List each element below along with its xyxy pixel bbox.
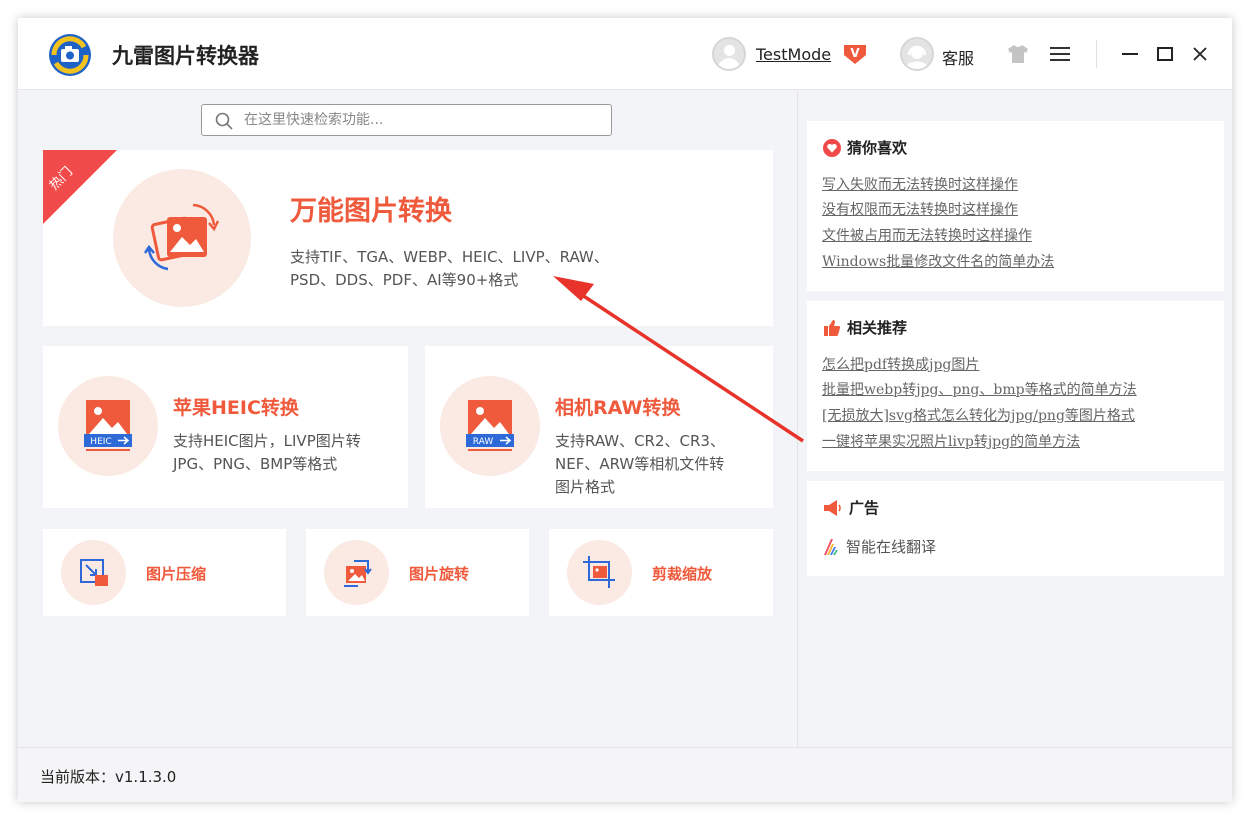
tshirt-icon bbox=[1008, 45, 1028, 63]
recommend-link-2[interactable]: 没有权限而无法转换时这样操作 bbox=[822, 199, 1018, 219]
universal-convert-desc-line2: PSD、DDS、PDF、AI等90+格式 bbox=[290, 271, 519, 289]
recommend-panel: 猜你喜欢 写入失败而无法转换时这样操作 没有权限而无法转换时这样操作 文件被占用… bbox=[807, 121, 1224, 291]
raw-icon-label: RAW bbox=[473, 437, 494, 447]
minimize-button[interactable] bbox=[1114, 38, 1146, 70]
user-name-link[interactable]: TestMode bbox=[756, 45, 831, 64]
ads-item-label: 智能在线翻译 bbox=[846, 538, 937, 556]
search-input[interactable] bbox=[244, 107, 599, 133]
tool-crop-card[interactable]: 剪裁缩放 bbox=[549, 529, 773, 616]
image-rotate-icon bbox=[344, 560, 372, 587]
skin-button[interactable] bbox=[1002, 38, 1034, 70]
search-box[interactable] bbox=[201, 104, 612, 136]
main-pane: 热门 万能图片转换 支持TIF、TGA、WEBP、HEIC、LIVP、RAW、 … bbox=[18, 91, 797, 747]
heic-convert-title: 苹果HEIC转换 bbox=[173, 397, 299, 419]
ads-title: 广告 bbox=[849, 499, 880, 517]
universal-convert-title: 万能图片转换 bbox=[290, 196, 452, 227]
user-avatar[interactable] bbox=[712, 37, 746, 71]
universal-convert-desc-line1: 支持TIF、TGA、WEBP、HEIC、LIVP、RAW、 bbox=[290, 248, 609, 266]
maximize-button[interactable] bbox=[1149, 38, 1181, 70]
vip-badge-text: V bbox=[850, 46, 860, 60]
title-separator bbox=[1096, 40, 1097, 68]
close-button[interactable] bbox=[1184, 38, 1216, 70]
sidebar: 猜你喜欢 写入失败而无法转换时这样操作 没有权限而无法转换时这样操作 文件被占用… bbox=[797, 91, 1232, 747]
translate-app-icon bbox=[824, 538, 838, 555]
hamburger-icon bbox=[1050, 47, 1070, 61]
tool-compress-label: 图片压缩 bbox=[146, 565, 207, 583]
search-icon bbox=[215, 112, 233, 130]
vip-badge-icon[interactable]: V bbox=[842, 43, 868, 65]
tool-rotate-label: 图片旋转 bbox=[409, 565, 470, 583]
app-title: 九雷图片转换器 bbox=[112, 44, 259, 68]
menu-button[interactable] bbox=[1044, 38, 1076, 70]
thumbs-up-icon bbox=[824, 319, 841, 336]
status-bar: 当前版本：v1.1.3.0 bbox=[18, 747, 1232, 802]
compress-icon-circle bbox=[61, 540, 126, 605]
title-bar: 九雷图片转换器 TestMode V 客服 bbox=[18, 18, 1232, 90]
image-compress-icon bbox=[80, 559, 108, 586]
image-crop-icon bbox=[583, 556, 615, 588]
minimize-icon bbox=[1122, 53, 1138, 55]
tool-rotate-card[interactable]: 图片旋转 bbox=[306, 529, 529, 616]
tool-crop-label: 剪裁缩放 bbox=[652, 565, 713, 583]
maximize-icon bbox=[1157, 47, 1173, 61]
raw-convert-desc-line3: 图片格式 bbox=[555, 478, 616, 496]
app-logo-icon bbox=[49, 34, 91, 76]
image-convert-icon bbox=[143, 203, 220, 271]
tool-compress-card[interactable]: 图片压缩 bbox=[43, 529, 286, 616]
raw-convert-title: 相机RAW转换 bbox=[555, 397, 681, 419]
recommend-link-1[interactable]: 写入失败而无法转换时这样操作 bbox=[822, 174, 1018, 194]
app-window: 九雷图片转换器 TestMode V 客服 在这里快速检索功能... 热门 万能… bbox=[18, 18, 1232, 802]
recommend-link-3[interactable]: 文件被占用而无法转换时这样操作 bbox=[822, 225, 1032, 245]
megaphone-icon bbox=[824, 499, 841, 516]
related-link-1[interactable]: 怎么把pdf转换成jpg图片 bbox=[822, 354, 979, 374]
raw-convert-desc-line2: NEF、ARW等相机文件转 bbox=[555, 455, 725, 473]
raw-file-icon: RAW bbox=[466, 400, 514, 451]
related-panel: 相关推荐 怎么把pdf转换成jpg图片 批量把webp转jpg、png、bmp等… bbox=[807, 301, 1224, 471]
raw-convert-desc-line1: 支持RAW、CR2、CR3、 bbox=[555, 432, 725, 450]
version-label: 当前版本：v1.1.3.0 bbox=[40, 768, 177, 786]
heart-icon bbox=[823, 138, 841, 157]
related-link-4[interactable]: 一键将苹果实况照片livp转jpg的简单方法 bbox=[822, 431, 1080, 451]
heic-icon-circle: HEIC bbox=[58, 376, 158, 476]
hot-ribbon: 热门 bbox=[43, 150, 117, 224]
heic-file-icon: HEIC bbox=[84, 400, 132, 451]
rotate-icon-circle bbox=[324, 540, 389, 605]
raw-icon-circle: RAW bbox=[440, 376, 540, 476]
heic-convert-card[interactable]: HEIC 苹果HEIC转换 支持HEIC图片，LIVP图片转 JPG、PNG、B… bbox=[43, 346, 408, 508]
ads-panel: 广告 智能在线翻译 bbox=[807, 481, 1224, 576]
related-link-2[interactable]: 批量把webp转jpg、png、bmp等格式的简单方法 bbox=[822, 379, 1137, 399]
heic-convert-desc-line2: JPG、PNG、BMP等格式 bbox=[173, 455, 338, 473]
universal-convert-card[interactable]: 热门 万能图片转换 支持TIF、TGA、WEBP、HEIC、LIVP、RAW、 … bbox=[43, 150, 773, 326]
convert-icon-circle bbox=[113, 169, 251, 307]
support-avatar-icon[interactable] bbox=[900, 37, 934, 71]
related-title: 相关推荐 bbox=[847, 319, 908, 337]
heic-icon-label: HEIC bbox=[90, 437, 111, 447]
ads-item[interactable]: 智能在线翻译 bbox=[822, 536, 936, 557]
crop-icon-circle bbox=[567, 540, 632, 605]
raw-convert-card[interactable]: RAW 相机RAW转换 支持RAW、CR2、CR3、 NEF、ARW等相机文件转… bbox=[425, 346, 773, 508]
heic-convert-desc-line1: 支持HEIC图片，LIVP图片转 bbox=[173, 432, 361, 450]
close-icon bbox=[1193, 47, 1207, 61]
recommend-link-4[interactable]: Windows批量修改文件名的简单办法 bbox=[822, 251, 1054, 271]
related-link-3[interactable]: [无损放大]svg格式怎么转化为jpg/png等图片格式 bbox=[822, 405, 1135, 425]
recommend-title: 猜你喜欢 bbox=[847, 139, 908, 157]
support-label[interactable]: 客服 bbox=[942, 45, 974, 69]
